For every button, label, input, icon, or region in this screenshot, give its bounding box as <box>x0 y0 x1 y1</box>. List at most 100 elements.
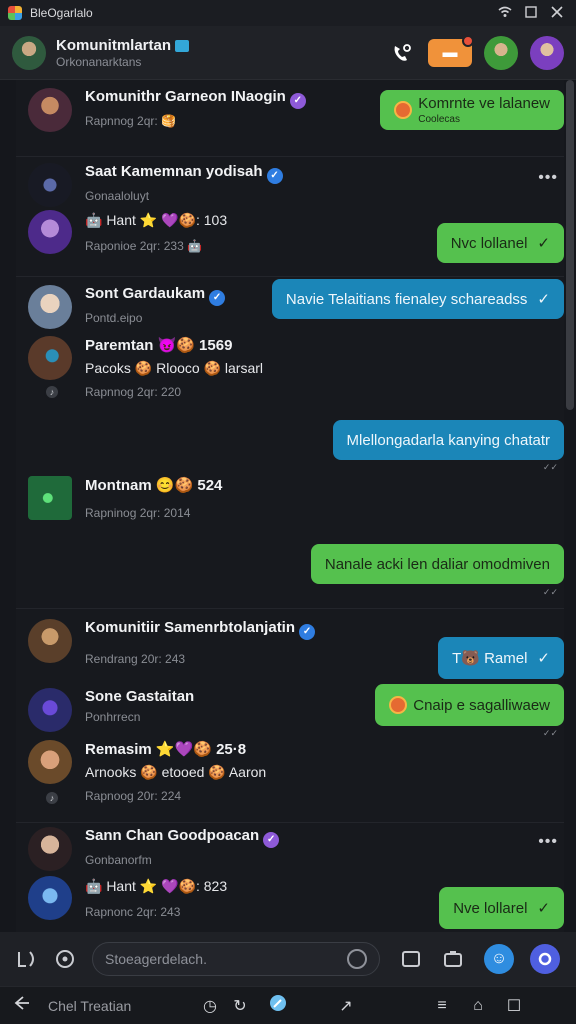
message-row: 🤖 Hant ⭐ 💜🍪: 103 Raponioe 2qr: 233 🤖 Nvc… <box>16 208 564 276</box>
verified-badge-icon: ✓ <box>263 832 280 848</box>
user-avatar[interactable] <box>28 163 72 207</box>
refresh-icon[interactable]: ↻ <box>228 996 252 1016</box>
message-meta: Gonbanorfm <box>85 853 152 867</box>
user-avatar[interactable] <box>28 740 72 784</box>
member-avatar[interactable] <box>484 35 518 70</box>
app-icon <box>8 6 22 20</box>
message-bubble[interactable]: Nvc lollanel ✓ <box>436 223 564 263</box>
user-avatar[interactable] <box>28 688 72 732</box>
more-options-button[interactable]: ••• <box>538 833 558 851</box>
message-bubble[interactable]: Mlellongadarla kanying chatatr <box>332 420 564 460</box>
user-avatar[interactable] <box>28 88 72 132</box>
compass-icon[interactable] <box>266 994 290 1017</box>
message-bubble[interactable]: Cnaip e sagalliwaew <box>375 684 564 726</box>
chat-icon[interactable]: ☐ <box>502 996 526 1016</box>
status-icon: ♪ <box>44 790 60 806</box>
message-meta: Rapnnog 2qr: 220 <box>85 385 182 399</box>
voice-call-button[interactable] <box>388 40 414 66</box>
gallery-button[interactable] <box>438 944 468 974</box>
read-receipt-icon: ✓✓ <box>542 587 558 597</box>
emoji-icon <box>389 696 408 714</box>
nav-title: Chel Treatian <box>48 997 132 1014</box>
tag-icon <box>175 39 190 52</box>
bottom-nav: Chel Treatian ◷ ↻ ↗ ≡ ⌂ ☐ <box>0 986 576 1024</box>
user-name[interactable]: Montnam 😊🍪 524 <box>85 476 222 494</box>
user-avatar[interactable] <box>28 876 72 920</box>
verified-badge-icon: ✓ <box>209 290 226 306</box>
message-meta: Rapnoog 20r: 224 <box>85 789 182 803</box>
message-bubble[interactable]: Nanale acki len daliar omodmiven <box>310 544 564 584</box>
more-options-button[interactable]: ••• <box>538 169 558 187</box>
message-row: Sont Gardaukam ✓ Pontd.eipo Navie Telaiti… <box>16 276 564 334</box>
message-bubble[interactable]: Komrnte ve lalanew Coolecas <box>380 90 564 130</box>
camera-button[interactable] <box>396 944 426 974</box>
message-row: Saat Kamemnan yodisah ✓ Gonaaloluyt ••• <box>16 156 564 208</box>
feed-scrollbar[interactable] <box>566 80 574 410</box>
user-name[interactable]: Paremtan 😈🍪 1569 <box>85 336 263 354</box>
verified-badge-icon: ✓ <box>289 93 306 109</box>
message-row: Remasim ⭐💜🍪 25·8 Arnooks 🍪 etooed 🍪 Aaro… <box>16 730 564 822</box>
notification-dot <box>462 34 474 47</box>
restore-icon[interactable] <box>520 5 542 21</box>
message-meta: Rendrang 20r: 243 <box>85 652 186 666</box>
user-name[interactable]: Komunitiir Samenrbtolanjatin ✓ <box>85 619 316 640</box>
message-text: Pacoks 🍪 Rlooco 🍪 larsarl <box>85 360 264 376</box>
folder-icon: ▬ <box>442 44 458 61</box>
message-row: Komunitiir Samenrbtolanjatin ✓ Rendrang 2… <box>16 608 564 679</box>
user-avatar[interactable] <box>28 210 72 254</box>
menu-icon[interactable]: ≡ <box>430 997 454 1015</box>
user-name[interactable]: Saat Kamemnan yodisah ✓ <box>85 163 283 184</box>
message-bubble[interactable]: Navie Telaitians fienaley schareadss ✓ <box>271 279 564 319</box>
attach-button[interactable] <box>12 944 42 974</box>
message-text: 🤖 Hant ⭐ 💜🍪: 103 <box>85 212 228 228</box>
message-row: Sone Gastaitan Ponhrrecn Cnaip e sagalli… <box>16 676 564 738</box>
user-name[interactable]: Sann Chan Goodpoacan ✓ <box>85 827 280 848</box>
group-avatar[interactable] <box>12 35 46 70</box>
member-avatar[interactable] <box>530 35 564 70</box>
message-row: Paremtan 😈🍪 1569 Pacoks 🍪 Rlooco 🍪 larsa… <box>16 334 564 418</box>
share-icon[interactable]: ↗ <box>334 996 358 1016</box>
sticker-button[interactable]: ☺ <box>484 944 514 974</box>
message-bubble[interactable]: T🐻 Ramel ✓ <box>438 637 564 679</box>
message-meta: Rapnnog 2qr: 🥞 <box>85 114 176 128</box>
close-icon[interactable] <box>546 5 568 21</box>
user-name[interactable]: Remasim ⭐💜🍪 25·8 <box>85 740 266 758</box>
user-avatar[interactable] <box>28 285 72 329</box>
user-avatar[interactable] <box>28 336 72 380</box>
message-input[interactable] <box>92 942 380 976</box>
check-icon: ✓ <box>537 291 550 308</box>
message-meta: Raponioe 2qr: 233 🤖 <box>85 239 203 253</box>
user-name[interactable]: Sont Gardaukam ✓ <box>85 285 226 306</box>
group-name: Komunitmlartan <box>56 37 378 54</box>
clock-icon[interactable]: ◷ <box>198 996 222 1016</box>
folder-button[interactable]: ▬ <box>428 34 474 67</box>
check-icon: ✓ <box>537 650 550 667</box>
status-icon: ♪ <box>44 384 60 400</box>
check-icon: ✓ <box>537 235 550 252</box>
group-subtitle: Orkonanarktans <box>56 54 142 69</box>
user-name[interactable]: Komunithr Garneon INaogin ✓ <box>85 88 306 109</box>
message-row: Nanale acki len daliar omodmiven ✓✓ <box>16 542 564 608</box>
emoji-button[interactable] <box>50 944 80 974</box>
verified-badge-icon: ✓ <box>299 624 316 640</box>
message-row: Sann Chan Goodpoacan ✓ Gonbanorfm ••• <box>16 822 564 874</box>
back-icon[interactable] <box>10 996 34 1015</box>
message-input-field[interactable] <box>105 951 347 967</box>
message-text: 🤖 Hant ⭐ 💜🍪: 823 <box>85 878 228 894</box>
message-row: 🤖 Hant ⭐ 💜🍪: 823 Rapnonc 2qr: 243 Nve lo… <box>16 874 564 932</box>
verified-badge-icon: ✓ <box>266 168 283 184</box>
user-avatar[interactable] <box>28 619 72 663</box>
home-icon[interactable]: ⌂ <box>466 997 490 1015</box>
window-title: BleOgarlalo <box>30 6 93 20</box>
emoji-icon <box>394 101 413 119</box>
message-meta: Gonaaloluyt <box>85 189 150 203</box>
user-avatar[interactable] <box>28 476 72 520</box>
user-avatar[interactable] <box>28 827 72 871</box>
user-name[interactable]: Sone Gastaitan <box>85 688 194 705</box>
check-icon: ✓ <box>537 900 550 917</box>
voice-icon[interactable] <box>347 949 367 969</box>
message-feed[interactable]: Komunithr Garneon INaogin ✓ Rapnnog 2qr: … <box>16 80 564 932</box>
message-bubble[interactable]: Nve lollarel ✓ <box>439 887 564 929</box>
message-row: Montnam 😊🍪 524 Rapninog 2qr: 2014 <box>16 476 564 542</box>
send-button[interactable] <box>530 944 560 974</box>
